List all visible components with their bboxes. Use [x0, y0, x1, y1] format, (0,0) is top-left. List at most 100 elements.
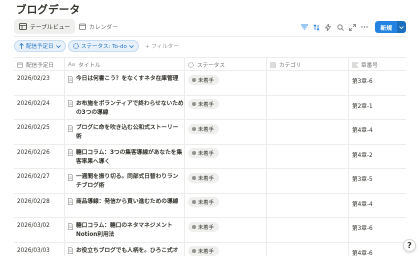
add-filter-button[interactable]: + フィルター — [145, 40, 179, 52]
category-cell[interactable] — [266, 95, 348, 120]
status-text: 未着手 — [198, 175, 214, 182]
help-button[interactable]: ? — [403, 239, 416, 252]
more-icon — [361, 26, 368, 28]
database-table: 配信予定日 Aa タイトル ステータス カテゴリ 章番号 2026/02/23 今… — [14, 57, 406, 256]
status-cell[interactable]: 未着手 — [184, 71, 266, 95]
title-text: お役立ちブログでも人柄を。ひろこ式オープニングトーク — [76, 247, 179, 254]
category-cell[interactable] — [266, 193, 348, 218]
chapter-cell[interactable]: 第3章-6 — [348, 218, 406, 242]
filter-button[interactable] — [299, 21, 309, 33]
status-cell[interactable]: 未着手 — [184, 95, 266, 120]
column-label: タイトル — [78, 62, 101, 69]
column-header-category[interactable]: カテゴリ — [266, 58, 348, 71]
chapter-cell[interactable]: 第3章-6 — [348, 71, 406, 95]
column-label: ステータス — [197, 62, 225, 69]
status-text: 未着手 — [198, 77, 214, 84]
table-row[interactable]: 2026/03/02 糖口コラム：糖口のネタマネジメントNotion利用法 未着手 第… — [14, 218, 406, 243]
title-text: 今日は何書こう？をなくすネタ在庫管理 — [76, 76, 179, 82]
column-header-title[interactable]: Aa タイトル — [64, 58, 184, 71]
table-row[interactable]: 2026/02/23 今日は何書こう？をなくすネタ在庫管理 未着手 第3章-6 — [14, 71, 406, 96]
column-header-status[interactable]: ステータス — [184, 58, 266, 71]
status-dot — [192, 77, 196, 82]
table-row[interactable]: 2026/02/28 商品導線：発信から買い進むための導線 未着手 第4章-4 — [14, 193, 406, 218]
title-cell[interactable]: ブログに命を吹き込む公和式ストーリー術 — [64, 120, 184, 144]
chapter-cell[interactable]: 第2章-1 — [348, 95, 406, 120]
column-header-date[interactable]: 配信予定日 — [14, 58, 64, 71]
date-cell[interactable]: 2026/03/02 — [14, 218, 64, 242]
more-button[interactable] — [359, 21, 369, 33]
status-filter-chip[interactable]: ステータス: To-do — [68, 40, 139, 52]
lines-icon — [352, 62, 358, 67]
title-cell[interactable]: お役立ちブログでも人柄を。ひろこ式オープニングトーク — [64, 242, 184, 256]
expand-button[interactable] — [347, 21, 357, 33]
table-row[interactable]: 2026/03/03 お役立ちブログでも人柄を。ひろこ式オープニングトーク 未着手 第… — [14, 242, 406, 256]
table-row[interactable]: 2026/02/24 お布施をボランティアで終わらせないための3つの導線 未着手 第2… — [14, 95, 406, 120]
category-cell[interactable] — [266, 169, 348, 193]
title-cell[interactable]: 糖口コラム：3つの集客導線があなたを集客率果へ導く — [64, 144, 184, 169]
category-cell[interactable] — [266, 120, 348, 144]
column-header-chapter[interactable]: 章番号 — [348, 58, 406, 71]
status-text: 未着手 — [198, 151, 214, 157]
title-cell[interactable]: 一週間を振り切る。同部式日替わりランチブログ術 — [64, 169, 184, 193]
status-cell[interactable]: 未着手 — [184, 169, 266, 193]
title-cell[interactable]: お布施をボランティアで終わらせないための3つの導線 — [64, 95, 184, 120]
automation-button[interactable] — [323, 21, 333, 33]
new-button[interactable]: 新規 — [375, 21, 406, 33]
text-aa-icon: Aa — [68, 61, 76, 68]
tab-calendar-label: カレンダー — [89, 25, 118, 31]
category-cell[interactable] — [266, 71, 348, 95]
chapter-cell[interactable]: 第4章-4 — [348, 193, 406, 218]
date-cell[interactable]: 2026/02/24 — [14, 96, 64, 120]
sort-button[interactable] — [311, 21, 321, 33]
date-cell[interactable]: 2026/02/25 — [14, 120, 64, 144]
view-bar: テーブルビュー カレンダー 新規 — [14, 19, 406, 35]
status-chip-label: ステータス: To-do — [81, 44, 127, 50]
title-cell[interactable]: 商品導線：発信から買い進むための導線 — [64, 193, 184, 218]
chapter-cell[interactable]: 第4章-2 — [348, 144, 406, 169]
calendar-icon — [79, 23, 86, 30]
date-cell[interactable]: 2026/02/23 — [14, 71, 64, 95]
document-icon — [68, 100, 73, 107]
status-badge: 未着手 — [188, 123, 219, 134]
tab-table-view[interactable]: テーブルビュー — [14, 19, 76, 34]
document-icon — [68, 247, 73, 254]
title-cell[interactable]: 糖口コラム：糖口のネタマネジメントNotion利用法 — [64, 218, 184, 242]
status-text: 未着手 — [198, 200, 214, 206]
title-cell[interactable]: 今日は何書こう？をなくすネタ在庫管理 — [64, 71, 184, 95]
sort-chip[interactable]: 配信予定日 — [14, 40, 66, 52]
arrow-up-icon — [19, 43, 24, 49]
status-text: 未着手 — [198, 249, 214, 255]
title-text: 一週間を振り切る。同部式日替わりランチブログ術 — [76, 174, 179, 189]
date-cell[interactable]: 2026/02/28 — [14, 194, 64, 218]
date-cell[interactable]: 2026/02/27 — [14, 169, 64, 193]
column-label: 章番号 — [361, 62, 378, 69]
status-cell[interactable]: 未着手 — [184, 120, 266, 144]
status-cell[interactable]: 未着手 — [184, 242, 266, 256]
table-row[interactable]: 2026/02/27 一週間を振り切る。同部式日替わりランチブログ術 未着手 第3章-… — [14, 169, 406, 194]
title-text: 糖口コラム：3つの集客導線があなたを集客率果へ導く — [76, 149, 183, 165]
status-cell[interactable]: 未着手 — [184, 144, 266, 169]
table-row[interactable]: 2026/02/26 糖口コラム：3つの集客導線があなたを集客率果へ導く 未着手 第4… — [14, 144, 406, 169]
new-dropdown[interactable] — [397, 21, 406, 33]
status-badge: 未着手 — [188, 99, 219, 109]
date-cell[interactable]: 2026/02/26 — [14, 145, 64, 169]
table-row[interactable]: 2026/02/25 ブログに命を吹き込む公和式ストーリー術 未着手 第4章-4 — [14, 120, 406, 145]
filter-bar: 配信予定日 ステータス: To-do + フィルター — [14, 40, 406, 53]
category-cell[interactable] — [266, 144, 348, 169]
search-button[interactable] — [335, 21, 345, 33]
tab-calendar-view[interactable]: カレンダー — [74, 19, 123, 34]
status-text: 未着手 — [198, 224, 214, 231]
date-cell[interactable]: 2026/03/03 — [14, 243, 64, 256]
status-cell[interactable]: 未着手 — [184, 193, 266, 218]
category-cell[interactable] — [266, 242, 348, 256]
status-badge: 未着手 — [188, 246, 219, 256]
sort-icon — [313, 23, 320, 31]
status-dot — [192, 249, 196, 253]
chapter-cell[interactable]: 第3章-5 — [348, 169, 406, 193]
chapter-cell[interactable]: 第4章-6 — [348, 242, 406, 256]
category-cell[interactable] — [266, 218, 348, 242]
chevron-down-icon — [129, 44, 134, 48]
chapter-cell[interactable]: 第4章-4 — [348, 120, 406, 144]
status-text: 未着手 — [198, 126, 214, 133]
status-cell[interactable]: 未着手 — [184, 218, 266, 242]
